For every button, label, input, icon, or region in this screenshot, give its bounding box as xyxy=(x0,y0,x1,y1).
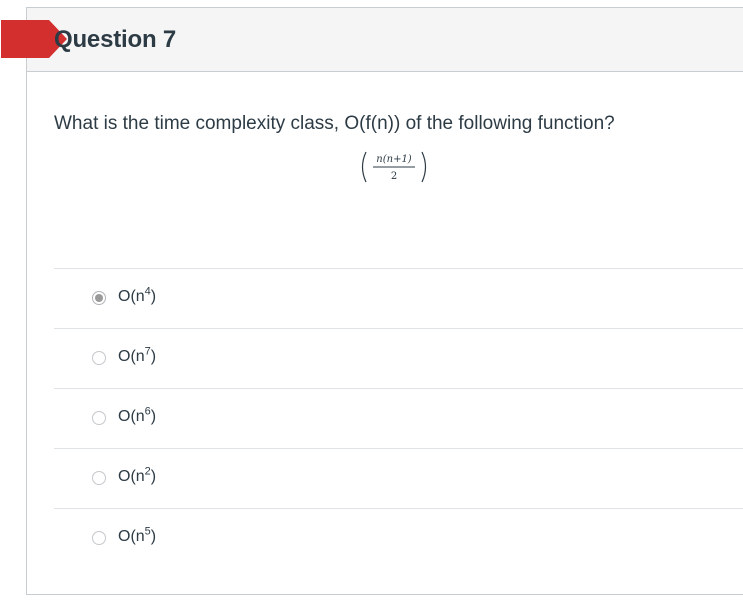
radio-button[interactable] xyxy=(92,291,106,305)
answer-option[interactable]: O(n2) xyxy=(54,448,743,508)
answer-label[interactable]: O(n7) xyxy=(118,346,156,366)
question-card: Question 7 What is the time complexity c… xyxy=(1,7,743,595)
radio-button[interactable] xyxy=(92,411,106,425)
right-paren xyxy=(421,151,427,183)
answer-option[interactable]: O(n4) xyxy=(54,268,743,328)
radio-button[interactable] xyxy=(92,471,106,485)
question-header: Question 7 xyxy=(1,8,743,72)
radio-button[interactable] xyxy=(92,351,106,365)
question-formula: n(n+1) 2 3 xyxy=(361,151,427,183)
question-text: What is the time complexity class, O(f(n… xyxy=(54,113,615,134)
formula-numerator: n(n+1) xyxy=(376,154,412,165)
page: Question 7 What is the time complexity c… xyxy=(0,0,743,612)
left-paren xyxy=(361,151,367,183)
answer-label[interactable]: O(n2) xyxy=(118,466,156,486)
answer-label[interactable]: O(n5) xyxy=(118,526,156,546)
answer-option[interactable]: O(n6) xyxy=(54,388,743,448)
answer-option[interactable]: O(n5) xyxy=(54,508,743,568)
flag-marker-icon[interactable] xyxy=(1,20,67,58)
answer-label[interactable]: O(n6) xyxy=(118,406,156,426)
radio-dot-icon xyxy=(95,294,103,302)
question-title: Question 7 xyxy=(54,26,177,53)
answers-list: O(n4) O(n7) O(n6) O(n2) O(n5) xyxy=(54,268,743,568)
answer-label[interactable]: O(n4) xyxy=(118,286,156,306)
answer-option[interactable]: O(n7) xyxy=(54,328,743,388)
radio-button[interactable] xyxy=(92,531,106,545)
formula-denominator: 2 xyxy=(391,171,397,182)
